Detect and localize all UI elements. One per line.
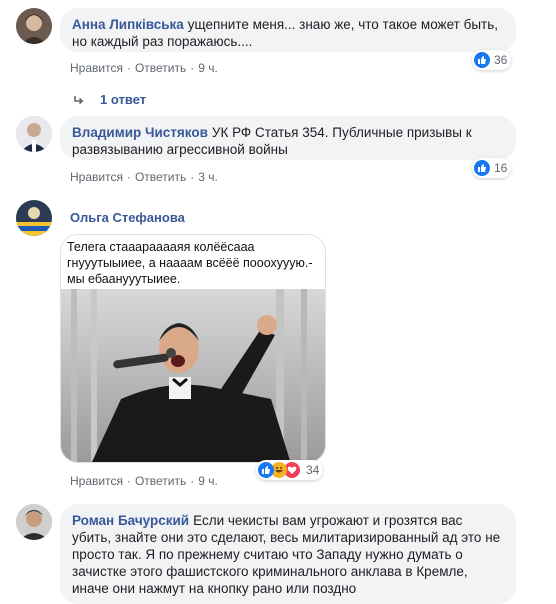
reply-button[interactable]: Ответить (135, 474, 186, 488)
comment-author[interactable]: Владимир Чистяков (72, 125, 208, 140)
like-icon (474, 52, 490, 68)
comment-author[interactable]: Роман Бачурский (72, 513, 189, 528)
comment-actions: Нравится · Ответить · 3 ч. (70, 170, 218, 184)
reaction-count[interactable]: 16 (472, 158, 512, 178)
reaction-count[interactable]: 34 (256, 460, 324, 480)
reaction-count-value: 16 (494, 161, 508, 175)
separator: · (190, 170, 195, 184)
reply-arrow-icon (72, 93, 86, 107)
comment-2: Владимир Чистяков УК РФ Статья 354. Публи… (0, 116, 556, 196)
like-icon (474, 160, 490, 176)
comment-actions: Нравится · Ответить · 9 ч. (70, 61, 218, 75)
separator: · (126, 61, 131, 75)
like-icon (258, 462, 274, 478)
comment-actions: Нравится · Ответить · 9 ч. (70, 474, 218, 488)
comment-bubble: Роман Бачурский Если чекисты вам угрожают… (60, 504, 516, 604)
timestamp[interactable]: 3 ч. (198, 170, 218, 184)
meme-caption: Телега стааарааааяя колёёсааа гнууутыыие… (67, 240, 313, 286)
separator: · (190, 474, 195, 488)
like-button[interactable]: Нравится (70, 474, 123, 488)
comment-author-line: Ольга Стефанова (70, 210, 189, 225)
view-replies-link[interactable]: 1 ответ (72, 92, 146, 107)
like-button[interactable]: Нравится (70, 61, 123, 75)
separator: · (126, 170, 131, 184)
reaction-count-value: 34 (306, 463, 320, 477)
avatar[interactable] (16, 116, 52, 152)
avatar[interactable] (16, 200, 52, 236)
comment-1: Анна Липківська ущепните меня... знаю же,… (0, 0, 556, 120)
avatar[interactable] (16, 504, 52, 540)
meme-photo (61, 289, 325, 462)
like-button[interactable]: Нравится (70, 170, 123, 184)
meme-image[interactable]: Телега стааарааааяя колёёсааа гнууутыыие… (60, 234, 326, 463)
reply-button[interactable]: Ответить (135, 61, 186, 75)
comment-author[interactable]: Анна Липківська (72, 17, 184, 32)
separator: · (190, 61, 195, 75)
replies-count: 1 ответ (100, 92, 147, 107)
reply-button[interactable]: Ответить (135, 170, 186, 184)
avatar[interactable] (16, 8, 52, 44)
timestamp[interactable]: 9 ч. (198, 61, 218, 75)
comment-bubble: Анна Липківська ущепните меня... знаю же,… (60, 8, 516, 52)
timestamp[interactable]: 9 ч. (198, 474, 218, 488)
reaction-count[interactable]: 36 (472, 50, 512, 70)
comment-author[interactable]: Ольга Стефанова (70, 210, 185, 225)
reaction-count-value: 36 (494, 53, 508, 67)
separator: · (126, 474, 131, 488)
comment-bubble: Владимир Чистяков УК РФ Статья 354. Публи… (60, 116, 516, 160)
